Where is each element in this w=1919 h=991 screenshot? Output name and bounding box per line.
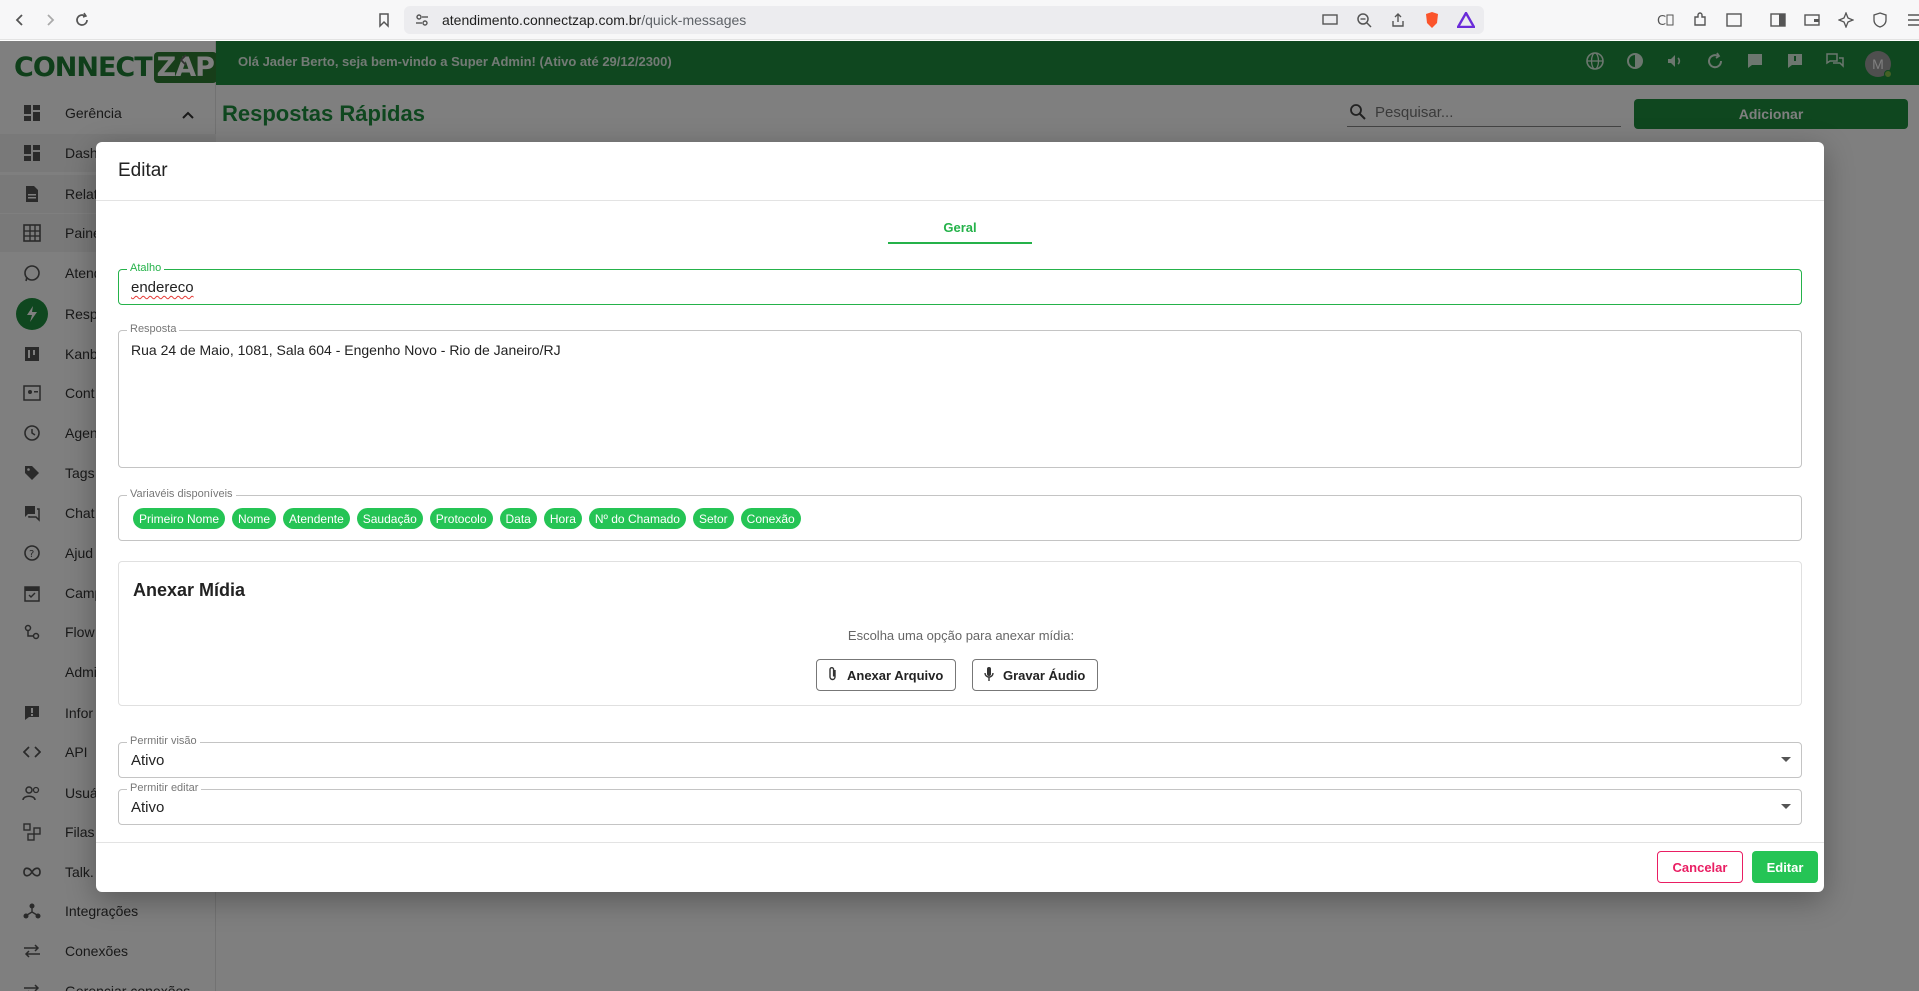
back-icon[interactable] <box>8 8 32 32</box>
variable-chip[interactable]: Hora <box>543 508 582 529</box>
browser-toolbar: atendimento.connectzap.com.br/quick-mess… <box>0 0 1919 40</box>
allow-view-label: Permitir visão <box>127 735 200 747</box>
dropdown-arrow-icon <box>1781 804 1791 809</box>
bookmark-icon[interactable] <box>372 8 396 32</box>
variables-label: Variavéis disponíveis <box>127 488 236 500</box>
variable-chips: Primeiro Nome Nome Atendente Saudação Protoc… <box>133 508 801 529</box>
vpn-icon[interactable] <box>1870 10 1890 30</box>
sidebar-toggle-icon[interactable] <box>1768 10 1788 30</box>
attach-media-hint: Escolha uma opção para anexar mídia: <box>847 628 1075 643</box>
reload-icon[interactable] <box>70 8 94 32</box>
extension-c-icon[interactable]: C <box>1656 10 1676 30</box>
allow-edit-select[interactable]: Permitir editar Ativo <box>118 782 1802 825</box>
variable-chip[interactable]: Data <box>499 508 537 529</box>
wallet-icon[interactable] <box>1802 10 1822 30</box>
leo-ai-icon[interactable] <box>1836 10 1856 30</box>
save-edit-button[interactable]: Editar <box>1752 851 1818 883</box>
svg-text:C: C <box>1657 14 1666 28</box>
cancel-button[interactable]: Cancelar <box>1657 851 1743 883</box>
allow-edit-value: Ativo <box>131 799 165 816</box>
extension-screen-icon[interactable] <box>1724 10 1744 30</box>
response-label: Resposta <box>127 323 180 335</box>
zoom-icon[interactable] <box>1354 10 1374 30</box>
variable-chip[interactable]: Atendente <box>283 508 350 529</box>
allow-view-value: Ativo <box>131 752 165 769</box>
variable-chip[interactable]: Primeiro Nome <box>133 508 226 529</box>
paperclip-icon <box>827 666 839 685</box>
variable-chip[interactable]: Conexão <box>740 508 801 529</box>
record-audio-label: Gravar Áudio <box>1003 667 1086 683</box>
url-text: atendimento.connectzap.com.br/quick-mess… <box>442 12 747 28</box>
response-textarea[interactable]: Rua 24 de Maio, 1081, Sala 604 - Engenho… <box>131 342 561 358</box>
variables-box: Variavéis disponíveis Primeiro Nome Nome A… <box>118 488 1802 541</box>
dialog-footer-divider <box>96 842 1824 843</box>
allow-edit-label: Permitir editar <box>127 782 202 794</box>
dialog-title: Editar <box>118 160 168 181</box>
dialog-divider <box>96 200 1824 201</box>
forward-icon[interactable] <box>38 8 62 32</box>
shortcut-field[interactable]: Atalho endereco <box>118 262 1802 305</box>
response-field[interactable]: Resposta Rua 24 de Maio, 1081, Sala 604 … <box>118 323 1802 468</box>
record-audio-button[interactable]: Gravar Áudio <box>972 659 1099 691</box>
variable-chip[interactable]: Nº do Chamado <box>588 508 686 529</box>
site-settings-icon[interactable] <box>414 12 430 33</box>
variable-chip[interactable]: Saudação <box>356 508 423 529</box>
microphone-icon <box>983 666 995 685</box>
extensions-puzzle-icon[interactable] <box>1690 10 1710 30</box>
attach-media-section: Anexar Mídia Escolha uma opção para anex… <box>118 561 1802 706</box>
shortcut-label: Atalho <box>127 262 165 274</box>
variable-chip[interactable]: Protocolo <box>429 508 493 529</box>
variable-chip[interactable]: Setor <box>692 508 734 529</box>
share-icon[interactable] <box>1388 10 1408 30</box>
menu-icon[interactable] <box>1904 10 1919 30</box>
dropdown-arrow-icon <box>1781 757 1791 762</box>
brave-rewards-icon[interactable] <box>1456 10 1476 30</box>
variable-chip[interactable]: Nome <box>232 508 277 529</box>
shortcut-input[interactable]: endereco <box>131 279 194 296</box>
attach-file-button[interactable]: Anexar Arquivo <box>816 659 957 691</box>
cast-icon[interactable] <box>1320 10 1340 30</box>
brave-shield-icon[interactable] <box>1422 10 1442 30</box>
address-bar[interactable]: atendimento.connectzap.com.br/quick-mess… <box>404 6 1484 34</box>
allow-view-select[interactable]: Permitir visão Ativo <box>118 735 1802 778</box>
edit-quick-message-dialog: Editar Geral Atalho endereco Resposta Ru… <box>96 142 1824 892</box>
tab-geral[interactable]: Geral <box>888 212 1032 244</box>
attach-media-title: Anexar Mídia <box>133 580 246 600</box>
attach-file-label: Anexar Arquivo <box>847 667 944 683</box>
